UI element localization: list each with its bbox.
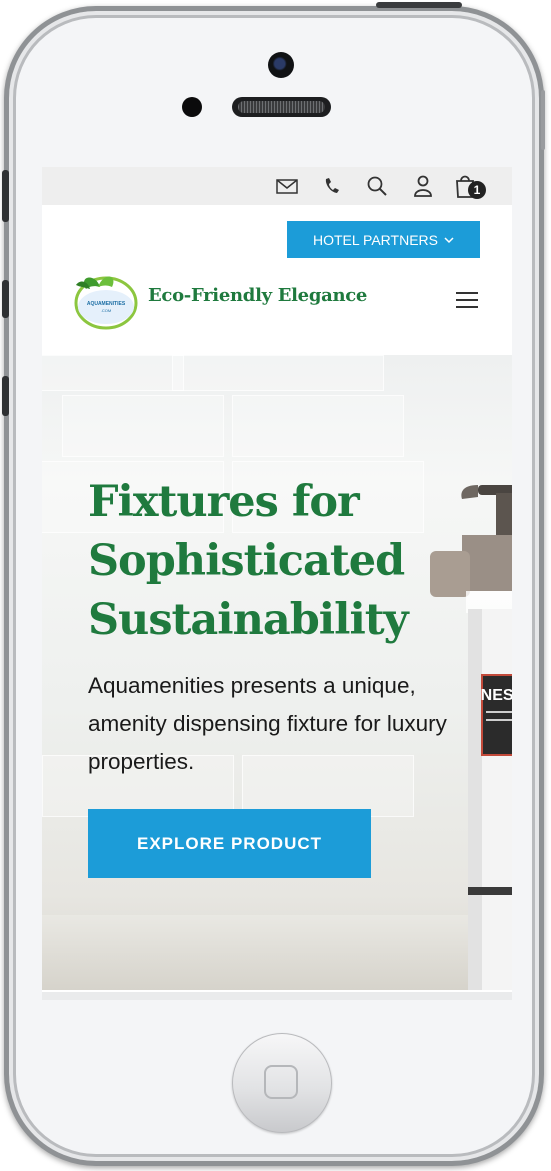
chevron-down-icon	[444, 236, 454, 243]
mail-icon[interactable]	[274, 173, 300, 199]
home-square-icon	[264, 1065, 298, 1099]
front-camera	[268, 52, 294, 78]
phone-screen: 1 HOTEL PARTNERS AQUAMENITIES .COM Eco-F…	[42, 167, 512, 992]
explore-product-button[interactable]: EXPLORE PRODUCT	[88, 809, 371, 878]
screen-below-hero	[42, 992, 512, 1000]
cart-count-badge: 1	[468, 181, 486, 199]
search-icon[interactable]	[364, 173, 390, 199]
cart-button[interactable]: 1	[452, 171, 492, 201]
hero-description: Aquamenities presents a unique, amenity …	[88, 673, 447, 774]
hero-title: Fixtures for Sophisticated Sustainabilit…	[88, 477, 409, 645]
proximity-sensor	[182, 97, 202, 117]
hotel-partners-button[interactable]: HOTEL PARTNERS	[287, 221, 480, 258]
site-logo[interactable]: AQUAMENITIES .COM	[68, 267, 140, 333]
hotel-partners-label: HOTEL PARTNERS	[313, 231, 438, 248]
side-bar-right	[541, 90, 545, 150]
phone-icon[interactable]	[320, 173, 344, 199]
wall-tile	[42, 355, 184, 391]
hero-section: NEST Fixtures for Sophisticated Sustaina…	[42, 355, 512, 990]
cart-count: 1	[473, 183, 481, 197]
volume-up-button	[2, 280, 9, 318]
svg-text:AQUAMENITIES: AQUAMENITIES	[87, 301, 126, 307]
menu-icon[interactable]	[456, 292, 478, 310]
volume-down-button	[2, 376, 9, 416]
svg-text:.COM: .COM	[101, 308, 111, 313]
brand-tagline: Eco-Friendly Elegance	[148, 285, 368, 306]
account-icon[interactable]	[410, 173, 436, 199]
utility-bar: 1	[42, 167, 512, 205]
earpiece-speaker	[232, 97, 331, 117]
wall-tile	[232, 395, 404, 457]
wall-tile	[172, 355, 384, 391]
mute-switch	[2, 170, 9, 222]
home-button[interactable]	[232, 1033, 332, 1133]
power-button	[376, 2, 462, 8]
wall-tile	[62, 395, 224, 457]
bottle-label-text: NEST	[481, 687, 512, 704]
logo-mark: AQUAMENITIES .COM	[74, 276, 138, 330]
